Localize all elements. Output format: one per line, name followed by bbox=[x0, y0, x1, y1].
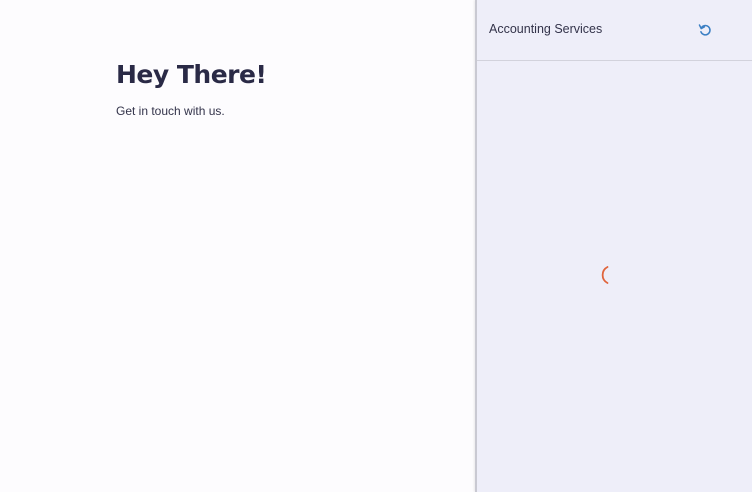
refresh-icon bbox=[698, 24, 711, 36]
page-title: Hey There! bbox=[116, 60, 267, 89]
main-content: Hey There! Get in touch with us. bbox=[0, 0, 475, 492]
page: Hey There! Get in touch with us. Account… bbox=[0, 0, 752, 492]
panel-title: Accounting Services bbox=[489, 22, 603, 36]
page-subtitle: Get in touch with us. bbox=[116, 104, 225, 118]
refresh-button[interactable] bbox=[696, 21, 714, 39]
loading-spinner bbox=[600, 264, 622, 286]
loading-spinner-icon bbox=[601, 266, 609, 284]
panel-header: Accounting Services bbox=[477, 0, 752, 61]
side-panel: Accounting Services bbox=[475, 0, 752, 492]
